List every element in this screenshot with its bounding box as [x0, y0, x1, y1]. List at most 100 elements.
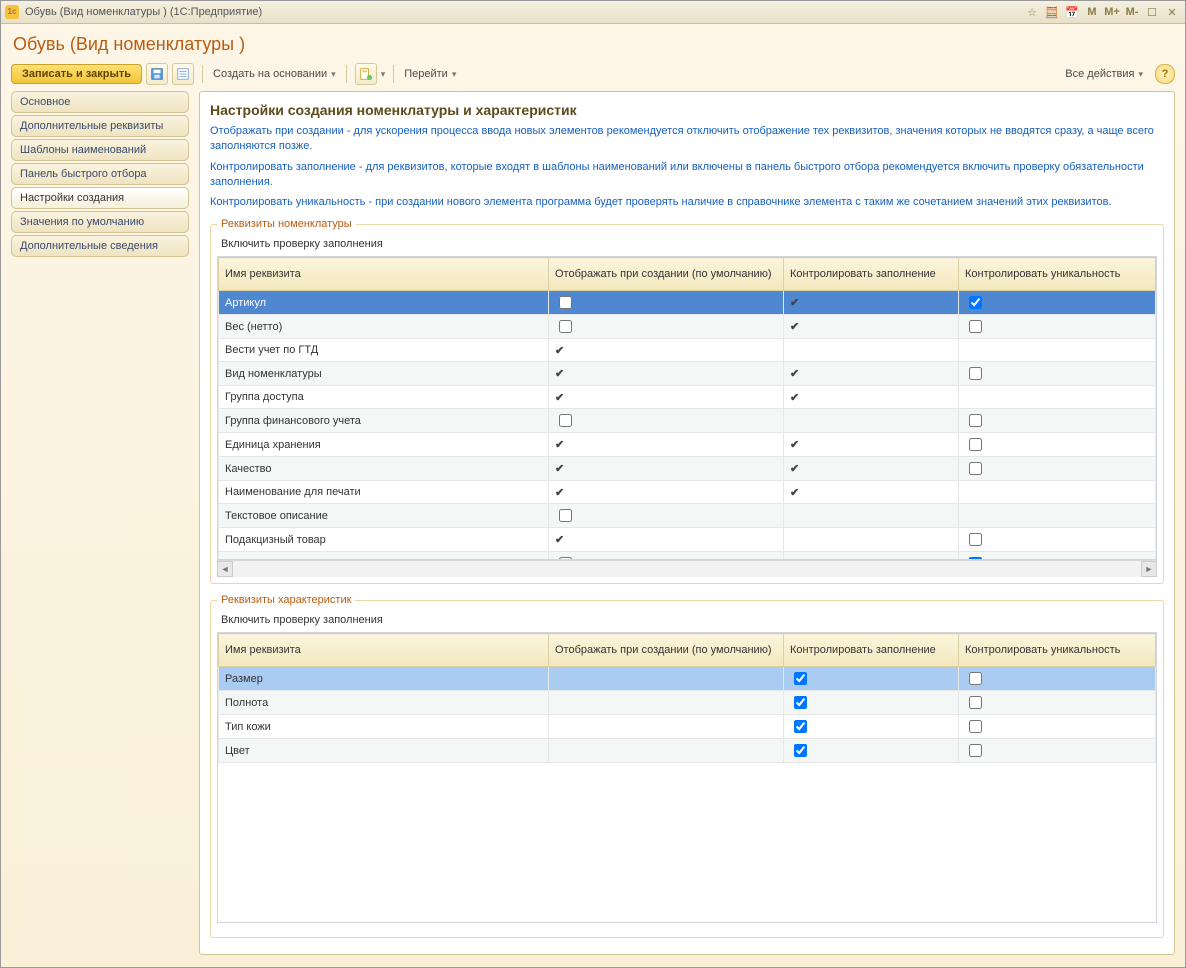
cell-name[interactable]: Тип кожи — [219, 715, 549, 739]
col-name[interactable]: Имя реквизита — [219, 634, 549, 667]
cell-name[interactable]: Вести учет по ГТД — [219, 339, 549, 362]
side-tab-0[interactable]: Основное — [11, 91, 189, 113]
save-icon[interactable] — [146, 63, 168, 85]
cell-name[interactable]: Цвет — [219, 739, 549, 763]
checkbox[interactable] — [794, 696, 807, 709]
table-row[interactable]: Группа доступа✔✔ — [219, 386, 1156, 409]
checkbox[interactable] — [794, 744, 807, 757]
cell-uniq[interactable] — [959, 528, 1156, 552]
cell-uniq[interactable] — [959, 504, 1156, 528]
report-icon[interactable] — [355, 63, 377, 85]
create-based-on-menu[interactable]: Создать на основании — [211, 68, 338, 80]
cell-fill[interactable] — [784, 691, 959, 715]
checkbox[interactable] — [559, 509, 572, 522]
grid-nomenclature-table[interactable]: Имя реквизита Отображать при создании (п… — [218, 257, 1156, 559]
list-icon[interactable] — [172, 63, 194, 85]
cell-show[interactable]: ✔ — [549, 433, 784, 457]
cell-name[interactable]: Вид номенклатуры — [219, 362, 549, 386]
cell-name[interactable]: Производитель — [219, 552, 549, 560]
cell-uniq[interactable] — [959, 291, 1156, 315]
cell-name[interactable]: Группа доступа — [219, 386, 549, 409]
checkbox[interactable] — [969, 744, 982, 757]
favorite-icon[interactable]: ☆ — [1023, 4, 1041, 20]
cell-uniq[interactable] — [959, 409, 1156, 433]
table-row[interactable]: Полнота — [219, 691, 1156, 715]
checkbox[interactable] — [969, 367, 982, 380]
cell-fill[interactable]: ✔ — [784, 481, 959, 504]
cell-fill[interactable]: ✔ — [784, 291, 959, 315]
side-tab-4[interactable]: Настройки создания — [11, 187, 189, 209]
cell-uniq[interactable] — [959, 739, 1156, 763]
cell-uniq[interactable] — [959, 715, 1156, 739]
checkbox[interactable] — [969, 296, 982, 309]
cell-fill[interactable]: ✔ — [784, 552, 959, 560]
checkbox[interactable] — [559, 414, 572, 427]
table-row[interactable]: Тип кожи — [219, 715, 1156, 739]
checkbox[interactable] — [559, 296, 572, 309]
table-row[interactable]: Качество✔✔ — [219, 457, 1156, 481]
cell-show[interactable]: ✔ — [549, 528, 784, 552]
cell-fill[interactable]: ✔ — [784, 315, 959, 339]
side-tab-5[interactable]: Значения по умолчанию — [11, 211, 189, 233]
cell-name[interactable]: Полнота — [219, 691, 549, 715]
memory-m-icon[interactable]: M — [1083, 4, 1101, 20]
table-row[interactable]: Артикул ✔ — [219, 291, 1156, 315]
cell-fill[interactable] — [784, 504, 959, 528]
cell-show[interactable]: ✔ — [549, 386, 784, 409]
table-row[interactable]: Текстовое описание — [219, 504, 1156, 528]
cell-fill[interactable] — [784, 409, 959, 433]
cell-name[interactable]: Наименование для печати — [219, 481, 549, 504]
cell-fill[interactable]: ✔ — [784, 362, 959, 386]
scroll-left-icon[interactable]: ◄ — [217, 561, 233, 577]
checkbox[interactable] — [969, 320, 982, 333]
cell-fill[interactable] — [784, 715, 959, 739]
table-row[interactable]: Размер — [219, 667, 1156, 691]
cell-fill[interactable] — [784, 528, 959, 552]
cell-show[interactable] — [549, 409, 784, 433]
table-row[interactable]: Вести учет по ГТД✔ — [219, 339, 1156, 362]
toggle-fill-check-link-1[interactable]: Включить проверку заполнения — [221, 238, 1157, 250]
cell-show[interactable] — [549, 715, 784, 739]
save-and-close-button[interactable]: Записать и закрыть — [11, 64, 142, 84]
checkbox[interactable] — [969, 414, 982, 427]
cell-show[interactable] — [549, 291, 784, 315]
cell-name[interactable]: Группа финансового учета — [219, 409, 549, 433]
checkbox[interactable] — [969, 533, 982, 546]
side-tab-2[interactable]: Шаблоны наименований — [11, 139, 189, 161]
checkbox[interactable] — [559, 320, 572, 333]
col-fill[interactable]: Контролировать заполнение — [784, 258, 959, 291]
cell-fill[interactable]: ✔ — [784, 457, 959, 481]
cell-fill[interactable] — [784, 339, 959, 362]
toggle-fill-check-link-2[interactable]: Включить проверку заполнения — [221, 614, 1157, 626]
cell-show[interactable]: ✔ — [549, 481, 784, 504]
cell-name[interactable]: Качество — [219, 457, 549, 481]
cell-uniq[interactable] — [959, 362, 1156, 386]
table-row[interactable]: Вид номенклатуры✔✔ — [219, 362, 1156, 386]
cell-uniq[interactable] — [959, 386, 1156, 409]
cell-show[interactable]: ✔ — [549, 362, 784, 386]
calendar-icon[interactable]: 📅 — [1063, 4, 1081, 20]
cell-uniq[interactable] — [959, 339, 1156, 362]
cell-name[interactable]: Размер — [219, 667, 549, 691]
cell-name[interactable]: Артикул — [219, 291, 549, 315]
checkbox[interactable] — [794, 672, 807, 685]
table-row[interactable]: Вес (нетто)✔ — [219, 315, 1156, 339]
cell-uniq[interactable] — [959, 691, 1156, 715]
cell-show[interactable] — [549, 552, 784, 560]
cell-show[interactable] — [549, 691, 784, 715]
cell-uniq[interactable] — [959, 552, 1156, 560]
memory-mplus-icon[interactable]: M+ — [1103, 4, 1121, 20]
cell-show[interactable] — [549, 315, 784, 339]
help-icon[interactable]: ? — [1155, 64, 1175, 84]
cell-uniq[interactable] — [959, 667, 1156, 691]
checkbox[interactable] — [969, 438, 982, 451]
cell-fill[interactable]: ✔ — [784, 433, 959, 457]
cell-name[interactable]: Текстовое описание — [219, 504, 549, 528]
table-row[interactable]: Единица хранения✔✔ — [219, 433, 1156, 457]
cell-uniq[interactable] — [959, 457, 1156, 481]
cell-show[interactable] — [549, 667, 784, 691]
checkbox[interactable] — [969, 672, 982, 685]
cell-fill[interactable]: ✔ — [784, 386, 959, 409]
goto-menu[interactable]: Перейти — [402, 68, 458, 80]
memory-mminus-icon[interactable]: M- — [1123, 4, 1141, 20]
